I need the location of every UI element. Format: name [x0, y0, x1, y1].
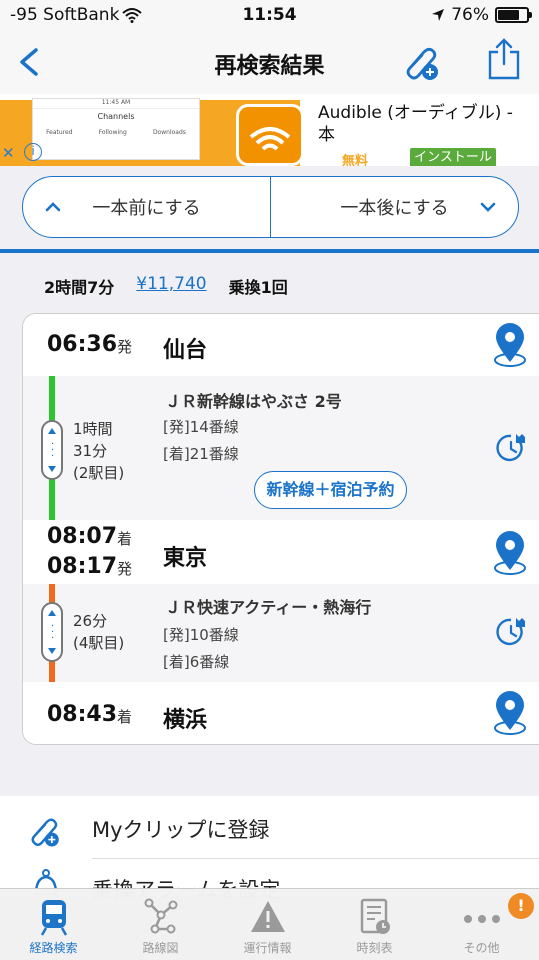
ad-info-icon[interactable]: i	[24, 143, 42, 161]
train-name: ＪＲ快速アクティー・熱海行	[165, 598, 372, 617]
tab-route-search[interactable]: 経路検索	[0, 893, 107, 959]
train-name: ＪＲ新幹線はやぶさ 2号	[165, 392, 342, 411]
train-icon	[40, 900, 67, 936]
battery-percent: 76%	[451, 5, 489, 25]
battery-fill	[498, 10, 520, 20]
ad-install-button[interactable]: インストール	[410, 148, 496, 166]
stop-row[interactable]: 08:07 着 08:17 発 東京	[23, 520, 539, 584]
route-summary: 2時間7分 ¥11,740 乗換1回	[44, 274, 288, 298]
segment-duration: 26分 (4駅目)	[73, 610, 124, 654]
duration-line: 31分	[73, 442, 108, 460]
segment-row: · · · 26分 (4駅目) ＪＲ快速アクティー・熱海行 [発]10番線 [着]6…	[23, 584, 539, 682]
navigation-bar: 再検索結果	[0, 32, 539, 94]
previous-train-label: 一本前にする	[92, 198, 201, 219]
ad-phone-mockup: 11:45 AM Channels Featured Following Dow…	[32, 98, 200, 160]
add-clip-icon[interactable]	[398, 38, 444, 84]
expand-down-arrow-icon	[48, 648, 56, 654]
expand-down-arrow-icon	[48, 466, 56, 472]
tab-route-map[interactable]: 路線図	[107, 893, 214, 959]
stop-kind: 発	[117, 560, 133, 578]
stations-expand-toggle[interactable]: · · ·	[41, 602, 63, 662]
tab-timetable[interactable]: 時刻表	[321, 893, 428, 959]
next-train-button[interactable]: 一本後にする	[271, 177, 518, 237]
tab-label: 運行情報	[243, 941, 292, 955]
battery-icon	[495, 7, 532, 23]
tab-label: その他	[463, 941, 500, 955]
ad-close-icon[interactable]: ✕	[2, 144, 15, 162]
map-pin-icon[interactable]	[491, 322, 529, 368]
timetable-clock-icon[interactable]	[495, 616, 527, 648]
ad-phone-tab: Following	[98, 129, 127, 136]
arrival-platform: [着]6番線	[163, 653, 230, 671]
segment-row: · · · 1時間 31分 (2駅目) ＪＲ新幹線はやぶさ 2号 [発]14番線 […	[23, 376, 539, 520]
fare-link[interactable]: ¥11,740	[136, 274, 206, 298]
myclip-register-item[interactable]: Myクリップに登録	[92, 814, 270, 844]
stop-kind: 着	[117, 530, 133, 548]
actions-list: Myクリップに登録 乗換アラームを設定	[0, 796, 539, 902]
map-pin-icon[interactable]	[491, 530, 529, 576]
map-pin-icon[interactable]	[491, 690, 529, 736]
page-title: 再検索結果	[214, 54, 325, 79]
location-arrow-icon	[432, 9, 445, 21]
expand-up-arrow-icon	[48, 610, 56, 616]
timetable-icon	[360, 898, 390, 934]
duration-line: 1時間	[73, 420, 113, 438]
tab-service-info[interactable]: 運行情報	[214, 893, 321, 959]
add-clip-icon	[31, 818, 59, 847]
tab-label: 経路検索	[29, 941, 78, 955]
ad-phone-time: 11:45 AM	[33, 99, 199, 109]
stop-row[interactable]: 08:43 着 横浜	[23, 682, 539, 744]
ad-phone-tab: Downloads	[152, 129, 186, 136]
stop-row[interactable]: 06:36 発 仙台	[23, 314, 539, 376]
dots-icon: · · ·	[51, 439, 55, 462]
route-card: 06:36 発 仙台 · · · 1時間 31分 (2駅目) ＪＲ新幹線はやぶさ 2…	[22, 313, 539, 745]
warning-icon	[250, 901, 285, 932]
tab-bar: 経路検索 路線図 運行情報 時刻表 その他	[0, 888, 539, 960]
station-name: 仙台	[163, 338, 208, 363]
stop-time: 08:07	[47, 524, 118, 549]
route-map-icon	[144, 898, 177, 934]
train-shift-control: 一本前にする 一本後にする	[22, 176, 519, 238]
dots-icon: · · ·	[51, 621, 55, 644]
ad-title-line1: Audible (オーディブル) - 本	[318, 103, 513, 145]
previous-train-button[interactable]: 一本前にする	[23, 177, 271, 237]
expand-up-arrow-icon	[48, 428, 56, 434]
stop-time: 08:43	[47, 702, 118, 727]
share-icon[interactable]	[484, 36, 524, 82]
segment-duration: 1時間 31分 (2駅目)	[73, 418, 124, 484]
divider-line	[0, 249, 539, 253]
next-train-label: 一本後にする	[340, 198, 449, 219]
tab-label: 時刻表	[356, 941, 393, 955]
departure-platform: [発]10番線	[163, 626, 239, 644]
notification-badge: !	[508, 893, 534, 919]
duration-line: (4駅目)	[73, 634, 125, 652]
stop-time: 08:17	[47, 554, 118, 579]
chevron-down-icon	[480, 202, 496, 212]
status-bar: -95 SoftBank 11:54 76%	[0, 0, 539, 32]
transfer-count: 乗換1回	[228, 278, 288, 297]
duration-line: 26分	[73, 612, 108, 630]
total-duration: 2時間7分	[44, 278, 115, 297]
stop-kind: 着	[117, 708, 133, 726]
ad-free-label: 無料	[342, 154, 369, 166]
audible-app-icon	[236, 104, 304, 166]
more-icon	[463, 915, 500, 923]
divider	[92, 858, 539, 859]
arrival-platform: [着]21番線	[163, 445, 239, 463]
tab-label: 路線図	[142, 941, 179, 955]
ad-phone-title: Channels	[97, 112, 135, 121]
chevron-up-icon	[45, 202, 61, 212]
station-name: 東京	[163, 546, 208, 571]
stop-kind: 発	[117, 338, 133, 356]
timetable-clock-icon[interactable]	[495, 432, 527, 464]
ad-banner[interactable]: 11:45 AM Channels Featured Following Dow…	[0, 94, 539, 166]
station-name: 横浜	[163, 708, 208, 733]
stop-time: 06:36	[47, 332, 118, 357]
shinkansen-hotel-reserve-button[interactable]: 新幹線＋宿泊予約	[254, 471, 407, 509]
ad-phone-tab: Featured	[46, 129, 73, 136]
stations-expand-toggle[interactable]: · · ·	[41, 420, 63, 480]
departure-platform: [発]14番線	[163, 418, 239, 436]
duration-line: (2駅目)	[73, 464, 125, 482]
